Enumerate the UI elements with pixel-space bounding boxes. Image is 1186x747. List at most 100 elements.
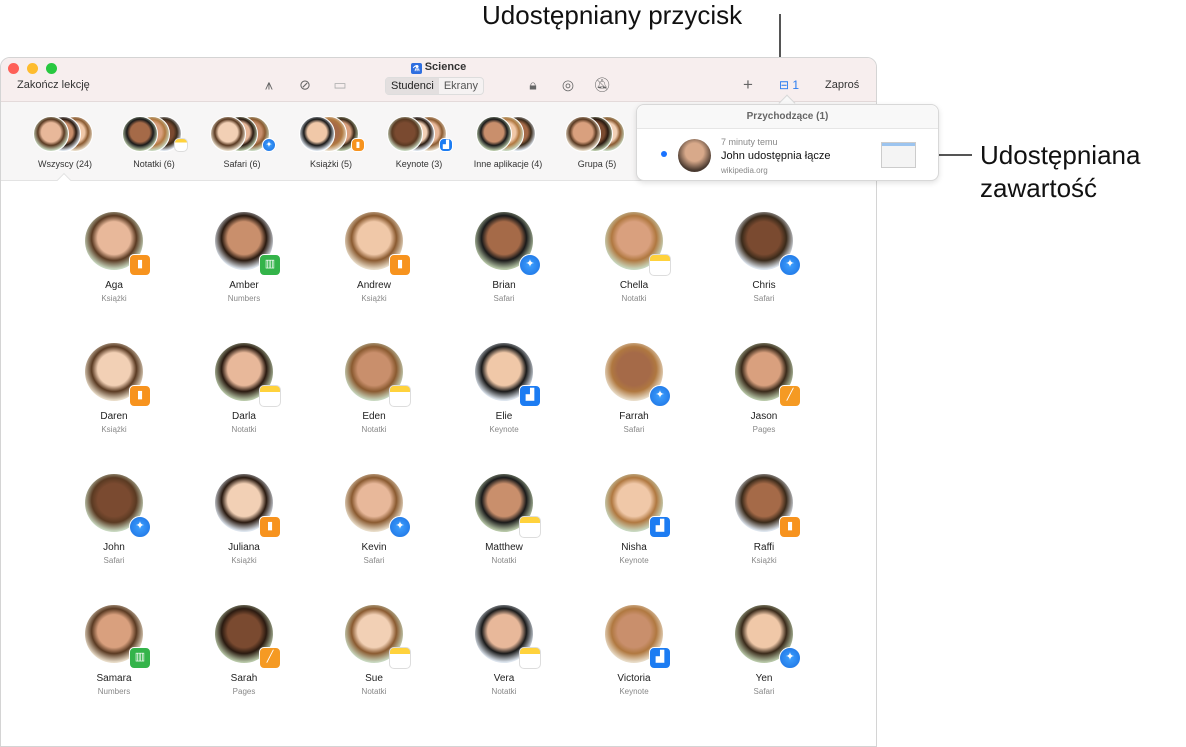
keynote-badge-icon: ▟ <box>649 516 671 538</box>
group-6[interactable]: Grupa (5) <box>547 116 647 169</box>
student-name: Chella <box>619 280 649 291</box>
student-darla[interactable]: Darla Notatki <box>189 343 299 434</box>
student-jason[interactable]: ╱ Jason Pages <box>709 343 819 434</box>
student-app: Książki <box>751 556 777 565</box>
avatar: ✦ <box>605 343 671 407</box>
student-app: Notatki <box>361 425 387 434</box>
group-4[interactable]: ▟ Keynote (3) <box>369 116 469 169</box>
tab-students[interactable]: Studenci <box>386 78 439 94</box>
avatar <box>345 605 411 669</box>
student-app: Notatki <box>491 687 517 696</box>
avatar: ▮ <box>85 212 151 276</box>
student-matthew[interactable]: Matthew Notatki <box>449 474 559 565</box>
group-1[interactable]: Notatki (6) <box>104 116 204 169</box>
science-icon: ⚗ <box>410 63 422 74</box>
student-name: Andrew <box>357 280 391 291</box>
view-segmented-control: Studenci Ekrany <box>385 77 485 95</box>
student-farrah[interactable]: ✦ Farrah Safari <box>579 343 689 434</box>
avatar <box>476 116 512 152</box>
student-name: Elie <box>495 411 513 422</box>
compass-icon[interactable]: ⊘ <box>299 77 311 94</box>
student-app: Safari <box>363 556 385 565</box>
group-3[interactable]: ▮ Książki (5) <box>281 116 381 169</box>
inbox-icon: ⊟ <box>778 78 790 92</box>
student-name: Brian <box>492 280 516 291</box>
student-juliana[interactable]: ▮ Juliana Książki <box>189 474 299 565</box>
group-2[interactable]: ✦ Safari (6) <box>192 116 292 169</box>
group-5[interactable]: Inne aplikacje (4) <box>458 116 558 169</box>
avatar <box>678 139 711 172</box>
student-app: Notatki <box>621 294 647 303</box>
avatar-stack <box>565 116 629 154</box>
notes-badge-icon <box>519 647 541 669</box>
student-vera[interactable]: Vera Notatki <box>449 605 559 696</box>
student-app: Książki <box>231 556 257 565</box>
callout-shared-button: Udostępniany przycisk <box>482 0 743 30</box>
avatar <box>565 116 601 152</box>
student-victoria[interactable]: ▟ Victoria Keynote <box>579 605 689 696</box>
group-0[interactable]: Wszyscy (24) <box>15 116 115 169</box>
student-chella[interactable]: Chella Notatki <box>579 212 689 303</box>
notes-badge-icon <box>389 385 411 407</box>
invite-button[interactable]: Zaproś <box>825 79 859 91</box>
mute-bell-icon[interactable]: 🔕︎ <box>593 77 611 94</box>
student-elie[interactable]: ▟ Elie Keynote <box>449 343 559 434</box>
add-icon[interactable]: + <box>743 75 753 95</box>
student-chris[interactable]: ✦ Chris Safari <box>709 212 819 303</box>
group-label: Keynote (3) <box>395 159 443 169</box>
avatar-stack: ▮ <box>299 116 365 154</box>
item-source: wikipedia.org <box>721 166 768 175</box>
student-app: Pages <box>232 687 256 696</box>
safari-badge-icon: ✦ <box>519 254 541 276</box>
avatar-stack: ✦ <box>210 116 276 154</box>
tab-screens[interactable]: Ekrany <box>439 78 483 94</box>
student-name: Juliana <box>228 542 260 553</box>
end-lesson-button[interactable]: Zakończ lekcję <box>17 79 90 91</box>
avatar <box>387 116 423 152</box>
airplay-icon[interactable]: ▭ <box>333 77 346 94</box>
student-app: Safari <box>753 294 775 303</box>
student-raffi[interactable]: ▮ Raffi Książki <box>709 474 819 565</box>
safari-badge-icon: ✦ <box>129 516 151 538</box>
incoming-item[interactable]: 7 minuty temu John udostępnia łącze wiki… <box>637 129 938 181</box>
popover-title: Przychodzące (1) <box>637 105 938 129</box>
student-name: Nisha <box>621 542 647 553</box>
hide-eye-icon[interactable]: ◎ <box>562 77 574 94</box>
avatar: ▥ <box>85 605 151 669</box>
student-nisha[interactable]: ▟ Nisha Keynote <box>579 474 689 565</box>
student-name: Kevin <box>361 542 387 553</box>
student-amber[interactable]: ▥ Amber Numbers <box>189 212 299 303</box>
student-daren[interactable]: ▮ Daren Książki <box>59 343 169 434</box>
window-title: ⚗ Science <box>1 61 876 74</box>
student-yen[interactable]: ✦ Yen Safari <box>709 605 819 696</box>
apps-icon[interactable]: ⩚ <box>265 77 273 94</box>
student-sue[interactable]: Sue Notatki <box>319 605 429 696</box>
student-kevin[interactable]: ✦ Kevin Safari <box>319 474 429 565</box>
student-samara[interactable]: ▥ Samara Numbers <box>59 605 169 696</box>
item-time: 7 minuty temu <box>721 137 778 147</box>
shared-content-thumbnail[interactable] <box>881 142 916 168</box>
student-andrew[interactable]: ▮ Andrew Książki <box>319 212 429 303</box>
shared-inbox-button[interactable]: ⊟ 1 <box>779 78 799 92</box>
student-app: Pages <box>752 425 776 434</box>
pages-badge-icon: ╱ <box>259 647 281 669</box>
callout-shared-content-2: zawartość <box>980 173 1098 203</box>
student-name: Aga <box>105 280 123 291</box>
lock-icon[interactable]: 🔒︎ <box>529 77 536 94</box>
student-john[interactable]: ✦ John Safari <box>59 474 169 565</box>
student-name: Eden <box>362 411 386 422</box>
keynote-badge-icon: ▟ <box>439 138 453 152</box>
avatar-stack <box>476 116 540 154</box>
student-name: Matthew <box>485 542 523 553</box>
books-badge-icon: ▮ <box>779 516 801 538</box>
student-aga[interactable]: ▮ Aga Książki <box>59 212 169 303</box>
avatar: ╱ <box>735 343 801 407</box>
incoming-popover: Przychodzące (1) 7 minuty temu John udos… <box>636 104 939 181</box>
pages-badge-icon: ╱ <box>779 385 801 407</box>
student-sarah[interactable]: ╱ Sarah Pages <box>189 605 299 696</box>
student-brian[interactable]: ✦ Brian Safari <box>449 212 559 303</box>
student-app: Notatki <box>231 425 257 434</box>
student-eden[interactable]: Eden Notatki <box>319 343 429 434</box>
avatar <box>475 474 541 538</box>
books-badge-icon: ▮ <box>259 516 281 538</box>
